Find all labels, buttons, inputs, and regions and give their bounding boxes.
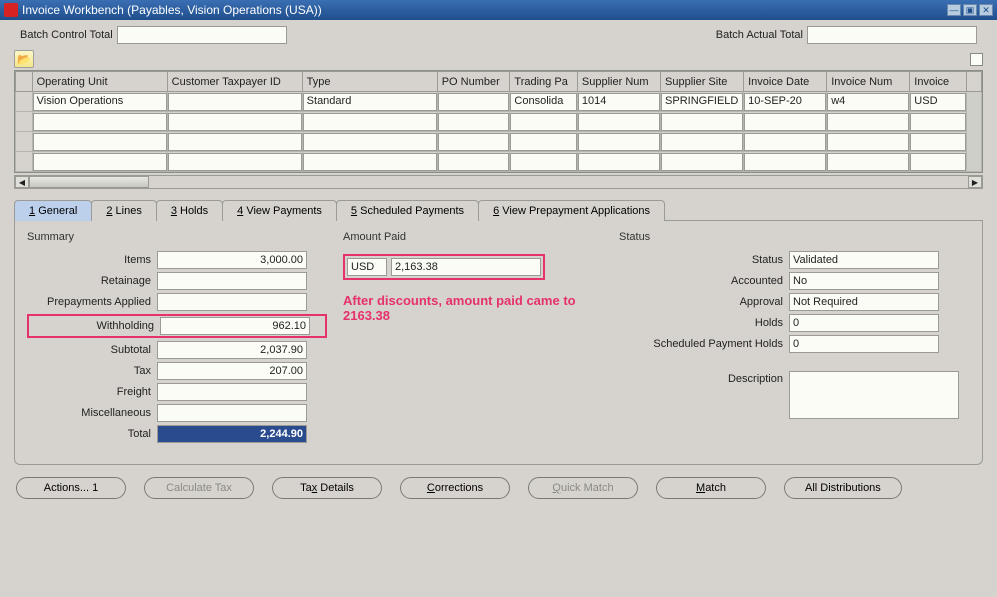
status-title: Status xyxy=(619,231,970,243)
freight-value[interactable] xyxy=(157,383,307,401)
cell-trading[interactable]: Consolida xyxy=(510,93,577,111)
general-panel: Summary Items Retainage Prepayments Appl… xyxy=(14,221,983,465)
holds-label: Holds xyxy=(619,317,789,329)
cell-invoice-num[interactable]: w4 xyxy=(827,93,909,111)
cell-type[interactable]: Standard xyxy=(303,93,437,111)
tax-label: Tax xyxy=(27,365,157,377)
retainage-label: Retainage xyxy=(27,275,157,287)
grid-row-1[interactable]: Vision Operations Standard Consolida 101… xyxy=(16,92,982,112)
col-type[interactable]: Type xyxy=(302,72,437,92)
col-customer-taxpayer[interactable]: Customer Taxpayer ID xyxy=(167,72,302,92)
amount-paid-currency[interactable] xyxy=(347,258,387,276)
description-label: Description xyxy=(619,371,789,385)
tab-scheduled-payments[interactable]: 5 Scheduled Payments xyxy=(336,200,479,221)
cell-invoice-curr[interactable]: USD xyxy=(910,93,966,111)
retainage-value[interactable] xyxy=(157,272,307,290)
window-titlebar: Invoice Workbench (Payables, Vision Oper… xyxy=(0,0,997,20)
oracle-icon xyxy=(4,3,18,17)
prepayments-value[interactable] xyxy=(157,293,307,311)
cell-taxpayer[interactable] xyxy=(168,93,302,111)
all-distributions-button[interactable]: All Distributions xyxy=(784,477,902,499)
tab-lines[interactable]: 2 Lines xyxy=(91,200,156,221)
tab-view-payments[interactable]: 4 View Payments xyxy=(222,200,337,221)
tax-details-button[interactable]: Tax Details xyxy=(272,477,382,499)
freight-label: Freight xyxy=(27,386,157,398)
col-trading-partner[interactable]: Trading Pa xyxy=(510,72,578,92)
batch-control-total-label: Batch Control Total xyxy=(20,29,113,41)
tab-view-prepayment-apps[interactable]: 6 View Prepayment Applications xyxy=(478,200,665,221)
amount-paid-value[interactable] xyxy=(391,258,541,276)
sched-holds-label: Scheduled Payment Holds xyxy=(619,338,789,350)
items-value[interactable] xyxy=(157,251,307,269)
summary-title: Summary xyxy=(27,231,327,243)
col-invoice-curr[interactable]: Invoice xyxy=(910,72,967,92)
cell-invoice-date[interactable]: 10-SEP-20 xyxy=(744,93,826,111)
col-invoice-num[interactable]: Invoice Num xyxy=(827,72,910,92)
holds-value[interactable] xyxy=(789,314,939,332)
withholding-label: Withholding xyxy=(30,320,160,332)
misc-label: Miscellaneous xyxy=(27,407,157,419)
status-label: Status xyxy=(619,254,789,266)
grid-header-row: Operating Unit Customer Taxpayer ID Type… xyxy=(16,72,982,92)
prepayments-label: Prepayments Applied xyxy=(27,296,157,308)
col-supplier-site[interactable]: Supplier Site xyxy=(661,72,744,92)
col-po-number[interactable]: PO Number xyxy=(437,72,510,92)
invoice-grid: Operating Unit Customer Taxpayer ID Type… xyxy=(14,70,983,173)
accounted-label: Accounted xyxy=(619,275,789,287)
batch-actual-total-input[interactable] xyxy=(807,26,977,44)
row-marker[interactable] xyxy=(16,92,33,112)
corrections-button[interactable]: Corrections xyxy=(400,477,510,499)
sched-holds-value[interactable] xyxy=(789,335,939,353)
grid-row-empty[interactable] xyxy=(16,112,982,132)
grid-hscroll[interactable]: ◀ ▶ xyxy=(14,175,983,189)
items-label: Items xyxy=(27,254,157,266)
approval-label: Approval xyxy=(619,296,789,308)
batch-totals-row: Batch Control Total Batch Actual Total xyxy=(0,20,997,48)
tab-holds[interactable]: 3 Holds xyxy=(156,200,223,221)
subtotal-label: Subtotal xyxy=(27,344,157,356)
cell-operating-unit[interactable]: Vision Operations xyxy=(33,93,167,111)
annotation-text: After discounts, amount paid came to 216… xyxy=(343,293,603,323)
col-supplier-num[interactable]: Supplier Num xyxy=(577,72,660,92)
grid-row-empty[interactable] xyxy=(16,132,982,152)
window-title: Invoice Workbench (Payables, Vision Oper… xyxy=(22,3,945,17)
grid-vscroll[interactable] xyxy=(967,92,982,172)
subtotal-value[interactable] xyxy=(157,341,307,359)
status-value[interactable] xyxy=(789,251,939,269)
cell-po-number[interactable] xyxy=(438,93,510,111)
grid-row-empty[interactable] xyxy=(16,152,982,172)
batch-control-total-input[interactable] xyxy=(117,26,287,44)
bottom-button-bar: Actions... 1 Calculate Tax Tax Details C… xyxy=(0,465,997,511)
total-value[interactable] xyxy=(157,425,307,443)
tax-value[interactable] xyxy=(157,362,307,380)
cell-supplier-site[interactable]: SPRINGFIELD xyxy=(661,93,743,111)
actions-button[interactable]: Actions... 1 xyxy=(16,477,126,499)
minimize-button[interactable]: — xyxy=(947,4,961,16)
batch-actual-total-label: Batch Actual Total xyxy=(716,29,803,41)
tab-bar: 1 General 2 Lines 3 Holds 4 View Payment… xyxy=(14,199,983,221)
col-invoice-date[interactable]: Invoice Date xyxy=(744,72,827,92)
scroll-left-icon[interactable]: ◀ xyxy=(15,176,29,188)
calculate-tax-button[interactable]: Calculate Tax xyxy=(144,477,254,499)
total-label: Total xyxy=(27,428,157,440)
maximize-button[interactable]: ▣ xyxy=(963,4,977,16)
folder-open-icon[interactable]: 📂 xyxy=(14,50,34,68)
cell-supplier-num[interactable]: 1014 xyxy=(578,93,660,111)
amount-paid-title: Amount Paid xyxy=(343,231,603,243)
tab-general[interactable]: 1 General xyxy=(14,200,92,221)
close-button[interactable]: ✕ xyxy=(979,4,993,16)
grid-checkbox[interactable] xyxy=(970,53,983,66)
quick-match-button[interactable]: Quick Match xyxy=(528,477,638,499)
col-operating-unit[interactable]: Operating Unit xyxy=(32,72,167,92)
match-button[interactable]: Match xyxy=(656,477,766,499)
misc-value[interactable] xyxy=(157,404,307,422)
scroll-thumb[interactable] xyxy=(29,176,149,188)
withholding-value[interactable] xyxy=(160,317,310,335)
approval-value[interactable] xyxy=(789,293,939,311)
accounted-value[interactable] xyxy=(789,272,939,290)
scroll-right-icon[interactable]: ▶ xyxy=(968,176,982,188)
description-textarea[interactable] xyxy=(789,371,959,419)
